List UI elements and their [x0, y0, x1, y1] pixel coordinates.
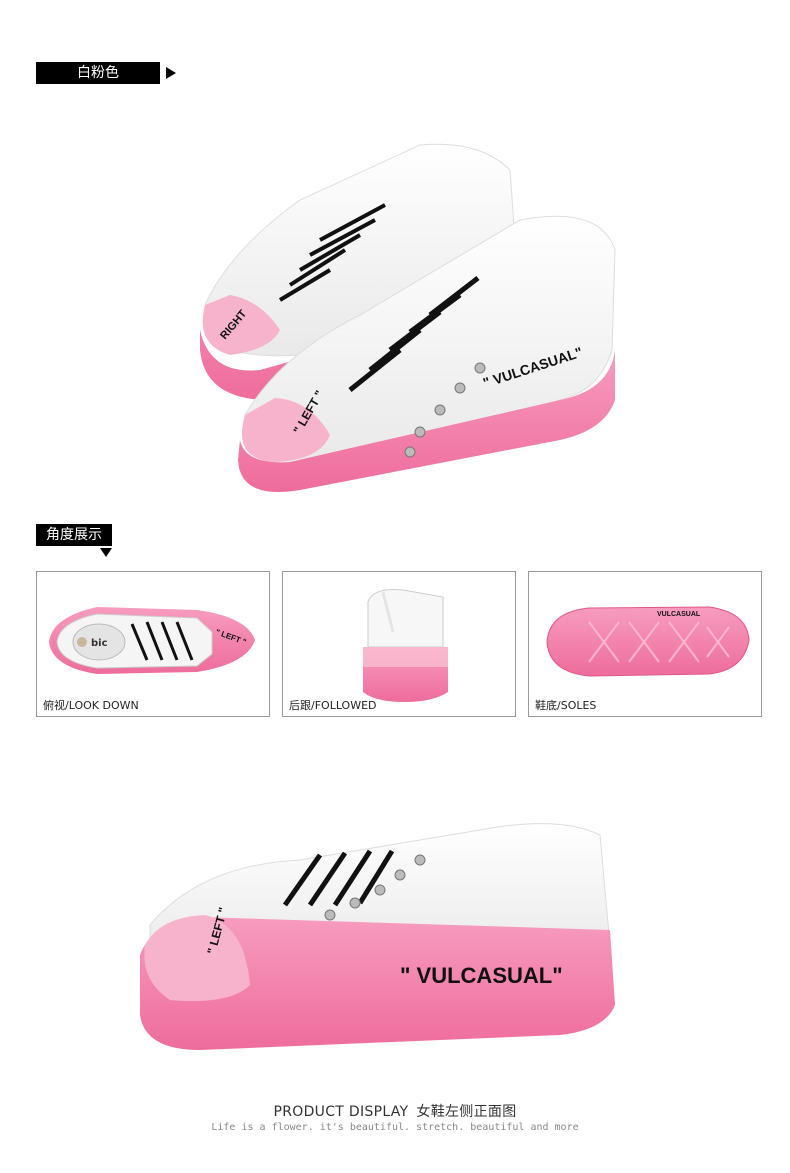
product-display-title-en: PRODUCT DISPLAY: [273, 1104, 409, 1120]
product-display-subtitle: Life is a flower. it's beautiful. stretc…: [211, 1122, 579, 1133]
sole-brand-text: VULCASUAL: [657, 611, 701, 618]
view-panel-soles: VULCASUAL 鞋底/SOLES: [528, 571, 762, 717]
look-down-caption: 俯视/LOOK DOWN: [43, 699, 139, 712]
view-panel-look-down: bic " LEFT " 俯视/LOOK DOWN: [36, 571, 270, 717]
soles-caption: 鞋底/SOLES: [535, 699, 597, 712]
product-display-title-cn: 女鞋左侧正面图: [416, 1104, 517, 1120]
tag-arrow-right-icon: [166, 67, 176, 79]
look-down-logo-text: bic: [91, 638, 108, 649]
side-brand-text: " VULCASUAL": [400, 963, 563, 988]
color-variant-tag: 白粉色: [36, 62, 176, 84]
heel-shoe-image: [363, 589, 448, 702]
angle-view-label: 角度展示: [46, 527, 102, 543]
view-panel-followed: 后跟/FOLLOWED: [282, 571, 516, 717]
main-shoe-pair-image: RIGHT " LEFT " " VULCASUAL": [200, 143, 616, 492]
sole-shoe-image: VULCASUAL: [546, 606, 750, 677]
followed-caption: 后跟/FOLLOWED: [289, 699, 377, 712]
side-shoe-image: " LEFT " " VULCASUAL": [140, 823, 615, 1050]
look-down-shoe-image: bic " LEFT ": [49, 607, 255, 674]
color-variant-label: 白粉色: [77, 65, 119, 81]
product-display-title: PRODUCT DISPLAY 女鞋左侧正面图: [0, 1101, 790, 1121]
angle-view-tag: 角度展示: [36, 524, 112, 557]
tag-arrow-down-icon: [100, 548, 112, 557]
